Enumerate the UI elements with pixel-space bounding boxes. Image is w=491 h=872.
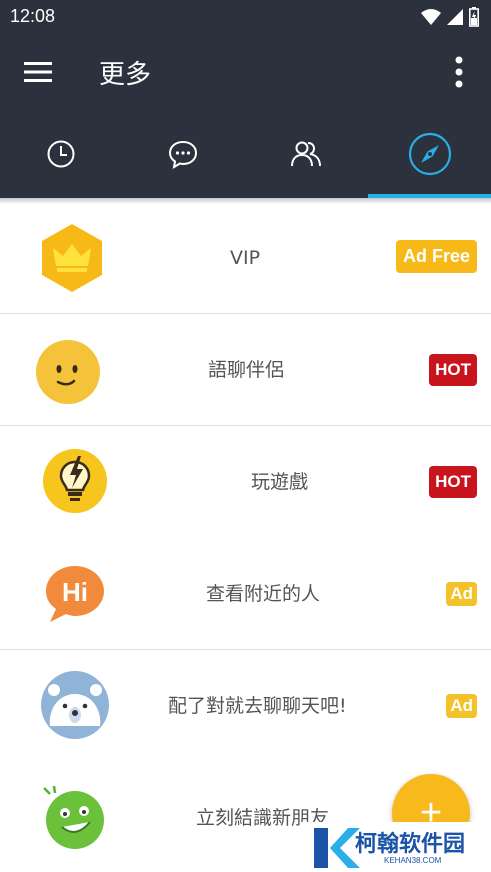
- chat-bubble-icon: [168, 140, 198, 169]
- hamburger-icon: [24, 62, 52, 82]
- overflow-menu-button[interactable]: [449, 52, 469, 92]
- green-face-icon: [40, 784, 106, 850]
- polar-bear-icon: [40, 670, 110, 740]
- watermark-text: 柯翰软件园: [355, 832, 466, 857]
- list-item-games[interactable]: 玩遊戲 HOT: [0, 426, 491, 538]
- tab-chats[interactable]: [122, 110, 244, 198]
- list-item-chat-match[interactable]: 配了對就去聊聊天吧! Ad: [0, 650, 491, 762]
- tab-bar: [0, 110, 491, 198]
- watermark-k-icon: [314, 828, 360, 868]
- wifi-icon: [421, 9, 441, 25]
- status-bar: 12:08: [0, 0, 491, 34]
- clock-icon: [47, 140, 75, 168]
- signal-icon: [447, 9, 463, 25]
- svg-text:Hi: Hi: [62, 577, 88, 607]
- battery-icon: [469, 7, 479, 27]
- watermark-logo: 柯翰软件园 KEHAN38.COM: [300, 822, 491, 872]
- list-item-label: 玩遊戲: [251, 471, 309, 493]
- list-item-label: 語聊伴侶: [208, 359, 285, 381]
- hot-badge: HOT: [429, 354, 477, 386]
- ad-badge: Ad: [446, 582, 477, 606]
- tab-recent[interactable]: [0, 110, 122, 198]
- tab-friends[interactable]: [245, 110, 367, 198]
- app-bar: 更多: [0, 34, 491, 110]
- lightbulb-bolt-icon: [42, 448, 108, 514]
- crown-hexagon-icon: [36, 222, 108, 294]
- menu-button[interactable]: [20, 56, 56, 88]
- compass-icon: [408, 132, 451, 176]
- list-item-nearby-people[interactable]: Hi 查看附近的人 Ad: [0, 538, 491, 650]
- people-icon: [291, 141, 321, 167]
- ad-free-badge: Ad Free: [395, 240, 477, 273]
- watermark-subtext: KEHAN38.COM: [384, 856, 442, 865]
- list-item-voice-partner[interactable]: 語聊伴侶 HOT: [0, 314, 491, 426]
- list-item-label: 查看附近的人: [206, 583, 321, 605]
- smiley-face-icon: [34, 338, 102, 406]
- hot-badge: HOT: [429, 466, 477, 498]
- ad-badge: Ad: [446, 694, 477, 718]
- status-icons: [421, 7, 479, 27]
- page-title: 更多: [99, 60, 152, 90]
- status-time: 12:08: [10, 6, 56, 26]
- more-vert-icon: [455, 56, 463, 88]
- hi-bubble-icon: Hi: [44, 562, 106, 624]
- list-item-label: VIP: [230, 247, 261, 269]
- tab-discover[interactable]: [368, 110, 491, 198]
- list-item-vip[interactable]: VIP Ad Free: [0, 202, 491, 314]
- list-item-label: 配了對就去聊聊天吧!: [168, 695, 347, 717]
